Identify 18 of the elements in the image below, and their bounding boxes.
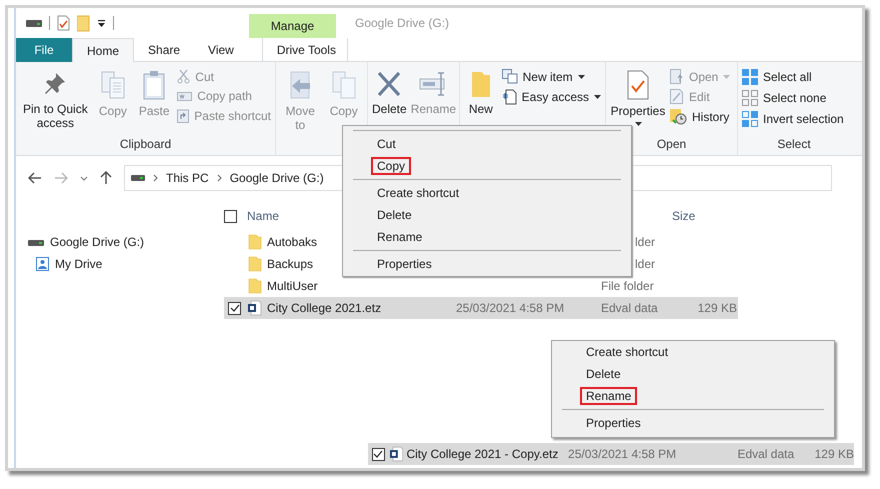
date-modified: 25/03/2021 4:58 PM [456, 301, 564, 315]
file-name: Autobaks [267, 235, 318, 249]
file-name: MultiUser [267, 279, 318, 293]
file-type: Edval data [601, 301, 658, 315]
file-size: 129 KB [697, 301, 737, 315]
window-title: Google Drive (G:) [355, 16, 450, 30]
file-name: Backups [267, 257, 314, 271]
file-name: City College 2021.etz [267, 301, 382, 315]
file-type: File folder [601, 279, 654, 293]
file-type: lder [635, 257, 656, 271]
group-label: Clipboard [118, 137, 172, 153]
file-type: Edval data [737, 447, 796, 461]
file-name: City College 2021 - Copy.etz [406, 447, 560, 461]
file-size: 129 KB [814, 447, 854, 461]
group-label: Open [656, 137, 688, 153]
date-modified: 25/03/2021 4:58 PM [568, 447, 678, 461]
group-label: Select [776, 137, 812, 153]
file-type: lder [635, 235, 656, 249]
